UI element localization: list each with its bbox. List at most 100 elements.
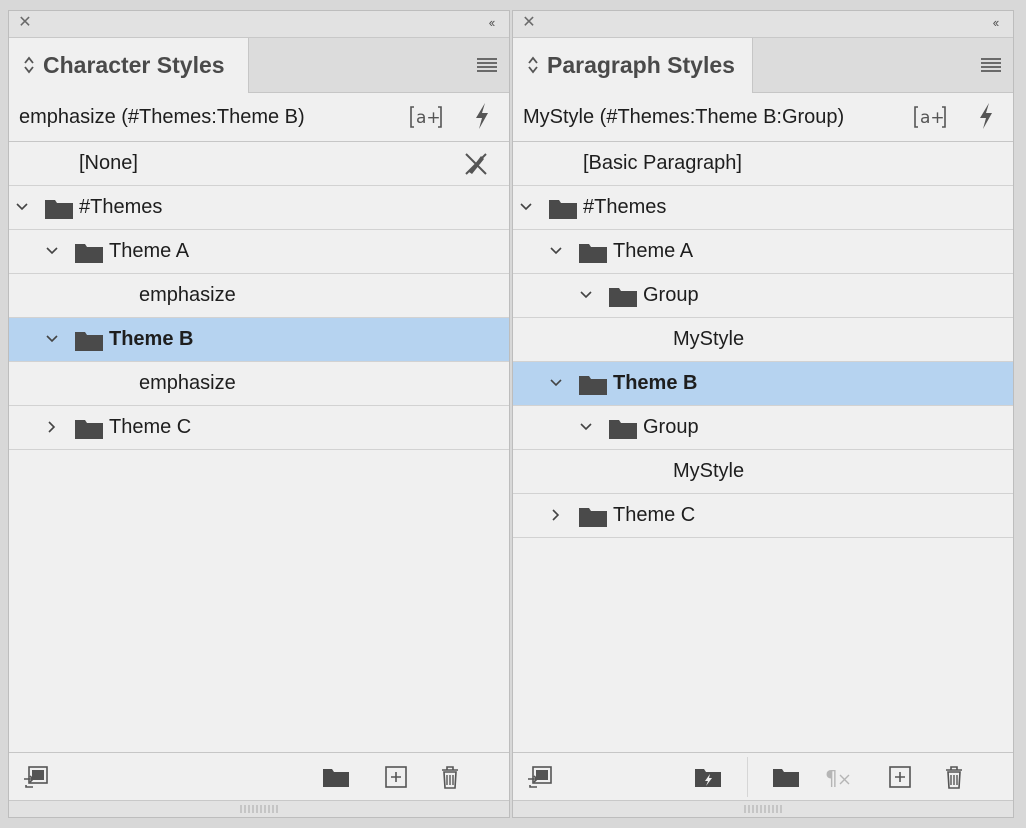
group-name: Theme B <box>613 372 698 394</box>
add-style-icon[interactable] <box>887 765 913 789</box>
group-name: Group <box>643 416 699 438</box>
group-row-selected[interactable]: Theme B <box>9 318 509 362</box>
current-style-bar: MyStyle (#Themes:Theme B:Group) a+ <box>513 93 1013 142</box>
group-name: #Themes <box>583 196 667 218</box>
resize-grip[interactable] <box>9 800 509 817</box>
chevron-down-icon[interactable] <box>549 376 563 390</box>
group-name: Theme A <box>109 240 190 262</box>
group-row[interactable]: #Themes <box>513 186 1013 230</box>
group-row[interactable]: Theme C <box>513 494 1013 538</box>
trash-icon[interactable] <box>941 765 967 789</box>
new-folder-icon[interactable] <box>773 765 799 789</box>
list-item[interactable]: MyStyle <box>513 450 1013 494</box>
group-name: Theme B <box>109 328 194 350</box>
chevron-down-icon[interactable] <box>519 200 533 214</box>
clear-overrides-pen-icon <box>465 153 487 175</box>
tab-character-styles[interactable]: Character Styles <box>9 38 249 93</box>
list-item[interactable]: [Basic Paragraph] <box>513 142 1013 186</box>
updown-arrow-icon <box>528 56 538 74</box>
group-row[interactable]: Group <box>513 406 1013 450</box>
footer-divider <box>747 757 748 797</box>
tab-paragraph-styles[interactable]: Paragraph Styles <box>513 38 753 93</box>
group-row[interactable]: Theme A <box>9 230 509 274</box>
panel-titlebar: ✕ ‹‹ <box>513 11 1013 38</box>
folder-icon <box>549 200 577 219</box>
resize-grip[interactable] <box>513 800 1013 817</box>
quick-apply-lightning-icon[interactable] <box>471 101 493 131</box>
group-name: Group <box>643 284 699 306</box>
collapse-panel-icon[interactable]: ‹‹ <box>985 15 1005 31</box>
chevron-right-icon[interactable] <box>549 508 563 522</box>
chevron-down-icon[interactable] <box>579 420 593 434</box>
group-name: Theme C <box>613 504 696 526</box>
folder-icon <box>609 420 637 439</box>
folder-icon <box>579 508 607 527</box>
folder-icon <box>75 332 103 351</box>
svg-text:a+: a+ <box>416 108 441 128</box>
character-styles-panel: ✕ ‹‹ Character Styles emphasize (#Themes… <box>8 10 510 818</box>
group-row[interactable]: Theme C <box>9 406 509 450</box>
folder-icon <box>75 420 103 439</box>
paragraph-styles-panel: ✕ ‹‹ Paragraph Styles MyStyle (#Themes:T… <box>512 10 1014 818</box>
panel-menu-icon[interactable] <box>981 57 1001 73</box>
folder-icon <box>579 244 607 263</box>
style-name: [Basic Paragraph] <box>583 152 742 174</box>
quick-apply-lightning-icon[interactable] <box>975 101 997 131</box>
folder-icon <box>75 244 103 263</box>
svg-text:¶: ¶ <box>825 766 838 789</box>
style-name: emphasize <box>139 372 236 394</box>
list-item[interactable]: [None] <box>9 142 509 186</box>
panel-tab-row: Paragraph Styles <box>513 38 1013 93</box>
chevron-down-icon[interactable] <box>45 244 59 258</box>
close-icon[interactable]: ✕ <box>521 15 537 31</box>
panel-titlebar: ✕ ‹‹ <box>9 11 509 38</box>
style-name: emphasize <box>139 284 236 306</box>
group-row[interactable]: Theme A <box>513 230 1013 274</box>
panel-footer: ¶ <box>513 752 1013 801</box>
style-list: [Basic Paragraph] #Themes Theme A Group … <box>513 142 1013 538</box>
list-item[interactable]: emphasize <box>9 362 509 406</box>
style-name: MyStyle <box>673 328 745 350</box>
chevron-down-icon[interactable] <box>579 288 593 302</box>
group-row-selected[interactable]: Theme B <box>513 362 1013 406</box>
load-styles-icon[interactable] <box>527 765 553 789</box>
current-style-path: MyStyle (#Themes:Theme B:Group) <box>523 106 845 128</box>
style-list: [None] #Themes Theme A emphasize Theme B <box>9 142 509 450</box>
collapse-panel-icon[interactable]: ‹‹ <box>481 15 501 31</box>
current-style-path: emphasize (#Themes:Theme B) <box>19 106 305 128</box>
folder-icon <box>579 376 607 395</box>
chevron-down-icon[interactable] <box>15 200 29 214</box>
clear-paragraph-overrides-icon[interactable]: ¶ <box>825 765 851 789</box>
chevron-down-icon[interactable] <box>45 332 59 346</box>
create-style-from-selection-icon[interactable]: a+ <box>913 103 947 131</box>
style-name: [None] <box>79 152 138 174</box>
group-row[interactable]: #Themes <box>9 186 509 230</box>
create-style-from-selection-icon[interactable]: a+ <box>409 103 443 131</box>
list-item[interactable]: MyStyle <box>513 318 1013 362</box>
group-row[interactable]: Group <box>513 274 1013 318</box>
new-folder-icon[interactable] <box>323 765 349 789</box>
style-name: MyStyle <box>673 460 745 482</box>
add-style-icon[interactable] <box>383 765 409 789</box>
current-style-bar: emphasize (#Themes:Theme B) a+ <box>9 93 509 142</box>
group-name: #Themes <box>79 196 163 218</box>
trash-icon[interactable] <box>437 765 463 789</box>
updown-arrow-icon <box>24 56 34 74</box>
folder-icon <box>45 200 73 219</box>
tab-label: Paragraph Styles <box>547 52 735 78</box>
list-item[interactable]: emphasize <box>9 274 509 318</box>
group-name: Theme C <box>109 416 192 438</box>
panel-footer <box>9 752 509 801</box>
chevron-down-icon[interactable] <box>549 244 563 258</box>
chevron-right-icon[interactable] <box>45 420 59 434</box>
folder-icon <box>609 288 637 307</box>
panel-menu-icon[interactable] <box>477 57 497 73</box>
folder-lightning-icon[interactable] <box>695 765 721 789</box>
load-styles-icon[interactable] <box>23 765 49 789</box>
panel-tab-row: Character Styles <box>9 38 509 93</box>
close-icon[interactable]: ✕ <box>17 15 33 31</box>
group-name: Theme A <box>613 240 694 262</box>
grip-icon <box>744 805 782 813</box>
svg-text:a+: a+ <box>920 108 945 128</box>
tab-label: Character Styles <box>43 52 225 78</box>
